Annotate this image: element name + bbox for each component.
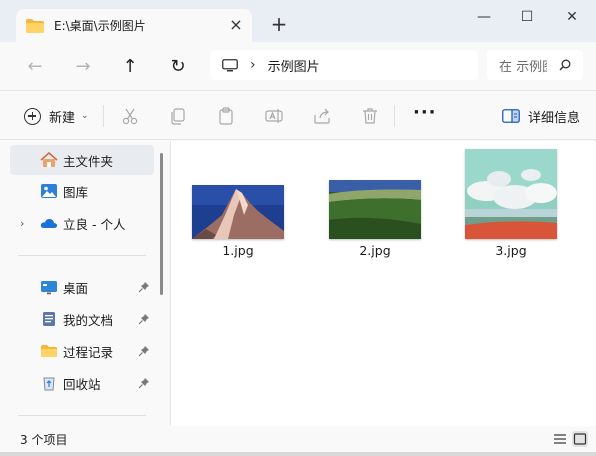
desktop-edge — [0, 452, 596, 456]
tab-bar: E:\桌面\示例图片 × + — ☐ ✕ — [0, 0, 596, 42]
large-icons-view-button[interactable] — [572, 431, 588, 447]
tab-title: E:\桌面\示例图片 — [54, 19, 146, 33]
share-icon[interactable] — [312, 106, 332, 126]
chevron-right-icon[interactable]: › — [20, 217, 24, 230]
sidebar-item-desktop[interactable]: 桌面 — [10, 272, 154, 302]
sidebar-scrollbar[interactable] — [160, 153, 163, 295]
item-count: 3 个项目 — [20, 433, 68, 447]
sidebar-item-home[interactable]: 主文件夹 — [10, 145, 154, 175]
delete-icon[interactable] — [360, 106, 380, 126]
file-item[interactable]: 1.jpg — [178, 185, 298, 258]
sidebar-item-label: 我的文档 — [63, 312, 114, 328]
toolbar-divider — [394, 105, 395, 127]
pin-icon[interactable] — [138, 345, 150, 357]
folder-icon — [26, 18, 44, 33]
maximize-button[interactable]: ☐ — [515, 6, 539, 28]
search-box[interactable]: 在 示例图片 中搜索 — [487, 50, 583, 80]
tab-close-button[interactable]: × — [228, 17, 244, 33]
sidebar-item-process-records[interactable]: 过程记录 — [10, 336, 154, 366]
close-window-button[interactable]: ✕ — [560, 6, 584, 28]
navigation-bar: ← → ↑ ↻ › 示例图片 在 示例图片 中搜索 — [0, 42, 596, 90]
new-button[interactable]: 新建 ⌄ — [24, 106, 89, 126]
pin-icon[interactable] — [138, 377, 150, 389]
onedrive-cloud-icon — [40, 218, 58, 228]
sidebar-divider — [18, 415, 146, 416]
image-thumbnail — [465, 149, 557, 239]
image-thumbnail — [329, 180, 421, 239]
folder-icon — [41, 345, 57, 357]
desktop-icon — [41, 281, 57, 295]
details-pane-icon — [502, 109, 520, 123]
up-button[interactable]: ↑ — [117, 54, 143, 80]
back-button[interactable]: ← — [22, 54, 48, 80]
gallery-icon — [41, 184, 57, 198]
recycle-bin-icon — [43, 377, 55, 391]
more-options-button[interactable]: ··· — [413, 104, 437, 122]
file-name: 3.jpg — [495, 243, 527, 258]
list-view-icon[interactable] — [552, 431, 568, 447]
breadcrumb-current[interactable]: 示例图片 — [268, 56, 320, 75]
copy-icon[interactable] — [168, 106, 188, 126]
sidebar-item-label: 桌面 — [63, 280, 89, 296]
sidebar-item-label: 图库 — [63, 184, 89, 200]
file-item[interactable]: 2.jpg — [315, 180, 435, 258]
chevron-down-icon: ⌄ — [81, 111, 89, 121]
sidebar-item-label: 过程记录 — [63, 344, 114, 360]
breadcrumb-separator[interactable]: › — [250, 57, 256, 73]
status-bar: 3 个项目 — [0, 426, 596, 452]
new-button-label: 新建 — [49, 110, 76, 126]
rename-icon[interactable] — [264, 106, 284, 126]
documents-icon — [43, 312, 55, 326]
sidebar-item-onedrive-personal[interactable]: › 立良 - 个人 — [10, 208, 154, 238]
address-bar[interactable]: › 示例图片 — [210, 50, 478, 80]
paste-icon[interactable] — [216, 106, 236, 126]
tab-current-folder[interactable]: E:\桌面\示例图片 × — [16, 9, 252, 42]
refresh-button[interactable]: ↻ — [165, 54, 191, 80]
sidebar-item-label: 主文件夹 — [63, 153, 114, 169]
file-explorer-window: E:\桌面\示例图片 × + — ☐ ✕ ← → ↑ ↻ › 示例图片 在 示例… — [0, 0, 596, 452]
large-icons-view-icon — [573, 433, 587, 445]
navigation-pane: 主文件夹 图库 › 立良 - 个人 桌面 我的文档 过程记录 回收站 — [0, 141, 170, 426]
minimize-button[interactable]: — — [472, 6, 496, 28]
pin-icon[interactable] — [138, 313, 150, 325]
details-label: 详细信息 — [528, 110, 581, 126]
sidebar-item-gallery[interactable]: 图库 — [10, 176, 154, 206]
file-list-area: 1.jpg 2.jpg 3.jpg — [171, 141, 596, 426]
sidebar-item-recycle-bin[interactable]: 回收站 — [10, 368, 154, 398]
sidebar-item-label: 回收站 — [63, 376, 101, 392]
file-name: 2.jpg — [359, 243, 391, 258]
new-tab-button[interactable]: + — [268, 14, 290, 36]
file-item[interactable]: 3.jpg — [451, 149, 571, 258]
sidebar-item-label: 立良 - 个人 — [63, 216, 126, 232]
this-pc-icon — [222, 58, 238, 71]
image-thumbnail — [192, 185, 284, 239]
forward-button[interactable]: → — [70, 54, 96, 80]
toolbar-divider — [103, 105, 104, 127]
details-pane-button[interactable]: 详细信息 — [502, 106, 580, 126]
sidebar-item-documents[interactable]: 我的文档 — [10, 304, 154, 334]
pin-icon[interactable] — [138, 281, 150, 293]
command-bar: 新建 ⌄ ··· 详细信息 — [0, 90, 596, 140]
file-name: 1.jpg — [222, 243, 254, 258]
sidebar-divider — [18, 255, 146, 256]
plus-circle-icon — [24, 107, 41, 125]
search-icon — [559, 59, 571, 71]
home-icon — [40, 152, 58, 167]
search-placeholder[interactable]: 在 示例图片 中搜索 — [499, 56, 547, 75]
cut-icon[interactable] — [120, 106, 140, 126]
